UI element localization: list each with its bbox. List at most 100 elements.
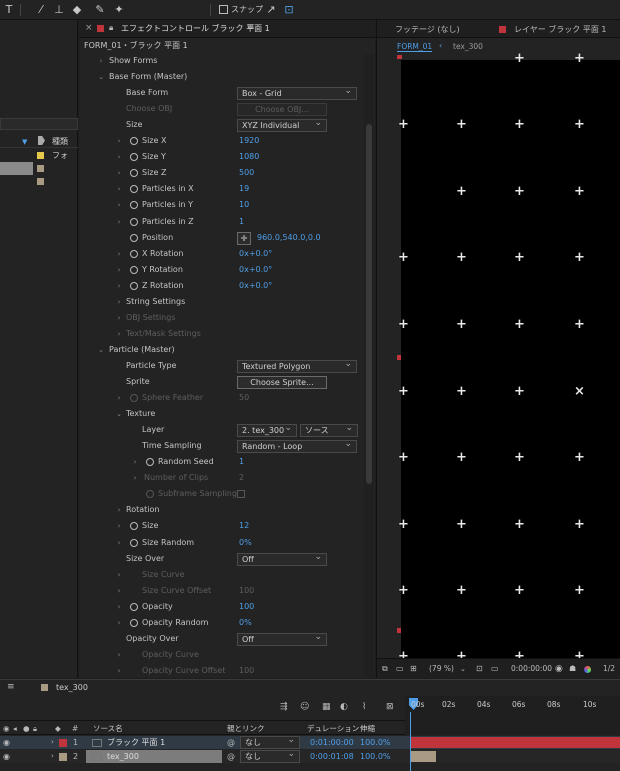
property-value-random-seed[interactable]: 1 (239, 454, 244, 470)
parent-dropdown[interactable]: なし (240, 735, 300, 749)
audio-icon[interactable]: ◂ (13, 722, 17, 735)
dropdown-particle-type[interactable]: Textured Polygon (237, 359, 357, 373)
timeline-ruler[interactable]: 00s 02s 04s 06s 08s 10s (405, 696, 620, 735)
panel-menu-icon[interactable]: ≡ (7, 682, 15, 692)
layer-duration-bar[interactable] (410, 751, 436, 762)
stopwatch-icon[interactable] (130, 538, 138, 547)
dropdown-layer-source[interactable]: ソース (300, 423, 358, 438)
property-value-size-z[interactable]: 500 (239, 165, 254, 181)
chevron-down-icon[interactable]: ⌄ (97, 69, 105, 85)
stamp-tool-icon[interactable]: ⊥ (52, 3, 66, 17)
property-row[interactable]: ⌄ Texture (79, 406, 364, 422)
tab-layer[interactable]: レイヤー ブラック 平面 1 (514, 24, 606, 35)
roto-brush-icon[interactable]: ✎ (93, 3, 107, 17)
chevron-right-icon[interactable]: › (131, 454, 139, 470)
resolution-select[interactable]: 1/2 (603, 659, 615, 679)
layer-label-color[interactable] (59, 739, 67, 747)
layer-name[interactable]: ブラック 平面 1 (107, 736, 165, 749)
chevron-right-icon[interactable]: › (115, 663, 123, 679)
pickwhip-icon[interactable]: @ (227, 750, 235, 763)
chevron-right-icon[interactable]: › (115, 390, 123, 406)
property-row[interactable]: › Opacity 100 (79, 599, 364, 615)
property-row[interactable]: Position ✛ 960.0,540.0,0.0 (79, 230, 364, 246)
property-value-x-rotation[interactable]: 0x+0.0° (239, 246, 272, 262)
property-row[interactable]: › Number of Clips 2 (79, 470, 364, 486)
solo-icon[interactable]: ● (23, 722, 30, 735)
chevron-right-icon[interactable]: › (115, 567, 123, 583)
property-value-number-of-clips[interactable]: 2 (239, 470, 244, 486)
chevron-down-icon[interactable]: ⌄ (97, 342, 105, 358)
chevron-right-icon[interactable]: › (115, 165, 123, 181)
property-value-y-rotation[interactable]: 0x+0.0° (239, 262, 272, 278)
dropdown-size[interactable]: XYZ Individual (237, 118, 327, 133)
dropdown-size-over[interactable]: Off (237, 552, 327, 566)
color-channel-icon[interactable] (584, 666, 591, 673)
property-value-size-random[interactable]: 0% (239, 535, 252, 551)
duration-header[interactable]: デュレーション (307, 722, 359, 735)
property-value-z-rotation[interactable]: 0x+0.0° (239, 278, 272, 294)
chevron-right-icon[interactable]: › (115, 262, 123, 278)
layer-label-color[interactable] (59, 753, 67, 761)
property-row[interactable]: › Particles in Z 1 (79, 214, 364, 230)
chevron-right-icon[interactable]: › (115, 246, 123, 262)
stopwatch-icon[interactable] (130, 137, 138, 146)
property-row[interactable]: › Size 12 (79, 518, 364, 534)
chevron-right-icon[interactable]: › (51, 750, 54, 763)
chevron-down-icon[interactable]: ⌄ (460, 659, 466, 679)
chevron-right-icon[interactable]: › (115, 214, 123, 230)
layer-stretch[interactable]: 100.0% (360, 736, 391, 749)
shy-icon[interactable]: ☺ (300, 702, 309, 712)
property-row[interactable]: Subframe Sampling (79, 486, 364, 502)
property-row[interactable]: › Size Z 500 (79, 165, 364, 181)
project-search-field[interactable] (0, 118, 78, 130)
table-row[interactable]: ◉ › 1 ブラック 平面 1 @ なし 0:01:00:00 100.0% (0, 735, 620, 749)
dropdown-base-form[interactable]: Box - Grid (237, 86, 357, 101)
puppet-pin-icon[interactable]: ✦ (112, 3, 126, 17)
property-value-size-x[interactable]: 1920 (239, 133, 259, 149)
dropdown-opacity-over[interactable]: Off (237, 632, 327, 646)
dropdown-time-sampling[interactable]: Random - Loop (237, 439, 357, 454)
property-row[interactable]: › Y Rotation 0x+0.0° (79, 262, 364, 278)
chevron-right-icon[interactable]: › (115, 535, 123, 551)
dropdown-texture-layer[interactable]: 2. tex_300 (237, 423, 297, 438)
chevron-right-icon[interactable]: › (115, 326, 123, 342)
eye-icon[interactable]: ◉ (3, 750, 10, 763)
property-row[interactable]: › Opacity Curve (79, 647, 364, 663)
property-row[interactable]: › OBJ Settings (79, 310, 364, 326)
property-value-opacity-curve-offset[interactable]: 100 (239, 663, 254, 679)
snapshot-icon[interactable]: ☗ (569, 659, 576, 679)
layer-duration[interactable]: 0:00:01:08 (310, 750, 354, 763)
mask-icon[interactable]: ▭ (491, 659, 499, 679)
stopwatch-icon[interactable] (130, 217, 138, 226)
property-value-sphere-feather[interactable]: 50 (239, 390, 249, 406)
snap-checkbox[interactable] (219, 5, 228, 14)
property-value-size-curve-offset[interactable]: 100 (239, 583, 254, 599)
property-row[interactable]: › Opacity Curve Offset 100 (79, 663, 364, 679)
property-row[interactable]: › Size Y 1080 (79, 149, 364, 165)
effect-controls-scrollbar[interactable] (364, 54, 374, 678)
text-tool-icon[interactable]: T (2, 3, 16, 17)
property-row[interactable]: › Z Rotation 0x+0.0° (79, 278, 364, 294)
camera-icon[interactable]: ◉ (555, 659, 563, 679)
property-row[interactable]: › String Settings (79, 294, 364, 310)
parent-link-header[interactable]: 親とリンク (227, 722, 265, 735)
property-row[interactable]: › Rotation (79, 502, 364, 518)
property-value-particles-in-y[interactable]: 10 (239, 197, 249, 213)
property-row[interactable]: › Show Forms (79, 53, 364, 69)
magnification-icon[interactable]: ⧉ (382, 659, 388, 679)
chevron-right-icon[interactable]: › (115, 133, 123, 149)
chevron-right-icon[interactable]: › (115, 310, 123, 326)
scrollbar-thumb[interactable] (366, 124, 372, 484)
property-row[interactable]: Particle Type Textured Polygon (79, 358, 364, 374)
layout-icon[interactable]: ⊞ (410, 659, 417, 679)
property-row[interactable]: › Particles in X 19 (79, 181, 364, 197)
property-row[interactable]: ⌄ Particle (Master) (79, 342, 364, 358)
zoom-level[interactable]: (79 %) (429, 659, 454, 679)
graph-editor-icon[interactable]: ⌇ (362, 702, 366, 712)
property-row[interactable]: Size Over Off (79, 551, 364, 567)
chevron-right-icon[interactable]: › (115, 599, 123, 615)
property-row[interactable]: › Random Seed 1 (79, 454, 364, 470)
layer-duration-bar[interactable] (410, 737, 620, 748)
property-value-opacity-random[interactable]: 0% (239, 615, 252, 631)
chevron-right-icon[interactable]: › (115, 181, 123, 197)
